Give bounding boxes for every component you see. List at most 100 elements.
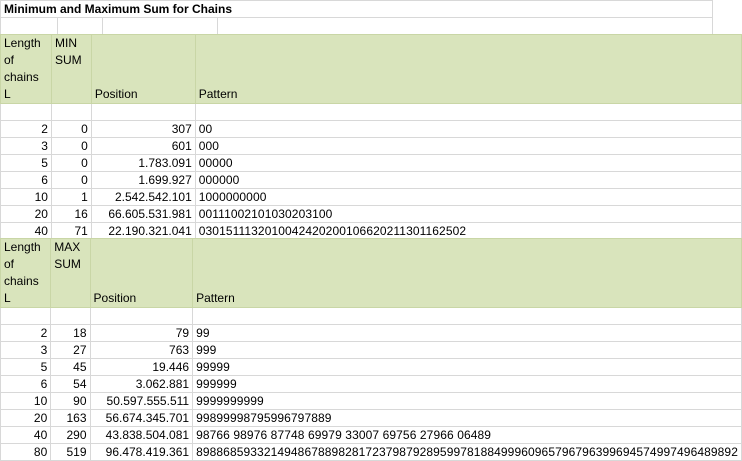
chain-length-cell[interactable]: 10 xyxy=(0,188,52,206)
empty-cell[interactable] xyxy=(194,103,742,121)
chain-length-cell[interactable]: 40 xyxy=(0,222,52,240)
sheet-title[interactable]: Minimum and Maximum Sum for Chains xyxy=(0,0,713,18)
chain-length-cell[interactable]: 20 xyxy=(0,205,52,223)
table-row: 6 0 1.699.927 000000 xyxy=(0,171,742,189)
position-cell[interactable]: 96.478.419.361 xyxy=(89,443,194,461)
header-position[interactable]: Position xyxy=(89,238,194,308)
sum-cell[interactable]: 54 xyxy=(50,375,91,393)
chain-length-cell[interactable]: 80 xyxy=(0,443,52,461)
empty-cell[interactable] xyxy=(102,17,218,35)
title-table: Minimum and Maximum Sum for Chains xyxy=(0,0,713,35)
header-position[interactable]: Position xyxy=(90,34,196,104)
chain-length-cell[interactable]: 6 xyxy=(0,171,52,189)
sum-cell[interactable]: 290 xyxy=(50,426,91,444)
chain-length-cell[interactable]: 5 xyxy=(0,358,52,376)
pattern-cell[interactable]: 0301511132010042420200106620211301162502 xyxy=(194,222,742,240)
min-table-body: Length of chains L MIN SUM Position Pattern… xyxy=(0,34,742,257)
min-sum-table: Length of chains L MIN SUM Position Pattern… xyxy=(0,34,742,257)
pattern-cell[interactable]: 99899998795996797889 xyxy=(192,409,742,427)
position-cell[interactable]: 763 xyxy=(89,341,194,359)
sum-cell[interactable]: 163 xyxy=(50,409,91,427)
table-row: 3 0 601 000 xyxy=(0,137,742,155)
table-row: 10 90 50.597.555.511 9999999999 xyxy=(0,392,742,410)
table-row: 40 290 43.838.504.081 98766 98976 87748 699… xyxy=(0,426,742,444)
sum-cell[interactable]: 45 xyxy=(50,358,91,376)
chain-length-cell[interactable]: 40 xyxy=(0,426,52,444)
sum-cell[interactable]: 0 xyxy=(50,171,92,189)
empty-cell[interactable] xyxy=(0,307,52,325)
position-cell[interactable]: 2.542.542.101 xyxy=(90,188,196,206)
pattern-cell[interactable]: 1000000000 xyxy=(194,188,742,206)
header-row: Length of chains L MAX SUM Position Pattern xyxy=(0,238,742,308)
sum-cell[interactable]: 71 xyxy=(50,222,92,240)
empty-cell[interactable] xyxy=(217,17,713,35)
position-cell[interactable]: 50.597.555.511 xyxy=(89,392,194,410)
chain-length-cell[interactable]: 3 xyxy=(0,341,52,359)
empty-cell[interactable] xyxy=(50,103,92,121)
position-cell[interactable]: 1.699.927 xyxy=(90,171,196,189)
table-row: 80 519 96.478.419.361 898868593321494867889… xyxy=(0,443,742,461)
table-row: 40 71 22.190.321.041 0301511132010042420200… xyxy=(0,222,742,240)
position-cell[interactable]: 79 xyxy=(89,324,194,342)
header-length[interactable]: Length of chains L xyxy=(0,238,52,308)
pattern-cell[interactable]: 99 xyxy=(192,324,742,342)
header-pattern[interactable]: Pattern xyxy=(192,238,742,308)
pattern-cell[interactable]: 9999999999 xyxy=(192,392,742,410)
chain-length-cell[interactable]: 5 xyxy=(0,154,52,172)
table-row: 6 54 3.062.881 999999 xyxy=(0,375,742,393)
spacer-row xyxy=(0,103,742,121)
position-cell[interactable]: 56.674.345.701 xyxy=(89,409,194,427)
pattern-cell[interactable]: 98766 98976 87748 69979 33007 69756 2796… xyxy=(192,426,742,444)
pattern-cell[interactable]: 00000 xyxy=(194,154,742,172)
position-cell[interactable]: 307 xyxy=(90,120,196,138)
empty-cell[interactable] xyxy=(57,17,103,35)
sum-cell[interactable]: 519 xyxy=(50,443,91,461)
position-cell[interactable]: 601 xyxy=(90,137,196,155)
sum-cell[interactable]: 0 xyxy=(50,154,92,172)
sum-cell[interactable]: 16 xyxy=(50,205,92,223)
chain-length-cell[interactable]: 10 xyxy=(0,392,52,410)
pattern-cell[interactable]: 999 xyxy=(192,341,742,359)
chain-length-cell[interactable]: 2 xyxy=(0,324,52,342)
position-cell[interactable]: 66.605.531.981 xyxy=(90,205,196,223)
header-sum[interactable]: MAX SUM xyxy=(50,238,91,308)
header-length[interactable]: Length of chains L xyxy=(0,34,52,104)
pattern-cell[interactable]: 00111002101030203100 xyxy=(194,205,742,223)
header-pattern[interactable]: Pattern xyxy=(194,34,742,104)
empty-cell[interactable] xyxy=(0,103,52,121)
pattern-cell[interactable]: 000 xyxy=(194,137,742,155)
table-row: 5 45 19.446 99999 xyxy=(0,358,742,376)
pattern-cell[interactable]: 00 xyxy=(194,120,742,138)
empty-cell[interactable] xyxy=(50,307,91,325)
sum-cell[interactable]: 27 xyxy=(50,341,91,359)
empty-cell[interactable] xyxy=(89,307,194,325)
sum-cell[interactable]: 0 xyxy=(50,120,92,138)
chain-length-cell[interactable]: 3 xyxy=(0,137,52,155)
position-cell[interactable]: 43.838.504.081 xyxy=(89,426,194,444)
pattern-cell[interactable]: 8988685933214948678898281723798792895997… xyxy=(192,443,742,461)
sum-cell[interactable]: 0 xyxy=(50,137,92,155)
chain-length-cell[interactable]: 20 xyxy=(0,409,52,427)
chain-length-cell[interactable]: 2 xyxy=(0,120,52,138)
empty-cell[interactable] xyxy=(90,103,196,121)
chain-length-cell[interactable]: 6 xyxy=(0,375,52,393)
position-cell[interactable]: 1.783.091 xyxy=(90,154,196,172)
empty-cell[interactable] xyxy=(192,307,742,325)
max-table-body: Length of chains L MAX SUM Position Pattern… xyxy=(0,238,742,461)
table-row: 10 1 2.542.542.101 1000000000 xyxy=(0,188,742,206)
sum-cell[interactable]: 1 xyxy=(50,188,92,206)
pattern-cell[interactable]: 000000 xyxy=(194,171,742,189)
position-cell[interactable]: 22.190.321.041 xyxy=(90,222,196,240)
pattern-cell[interactable]: 999999 xyxy=(192,375,742,393)
table-row: 3 27 763 999 xyxy=(0,341,742,359)
position-cell[interactable]: 3.062.881 xyxy=(89,375,194,393)
header-sum[interactable]: MIN SUM xyxy=(50,34,92,104)
table-row: 5 0 1.783.091 00000 xyxy=(0,154,742,172)
position-cell[interactable]: 19.446 xyxy=(89,358,194,376)
spreadsheet: Minimum and Maximum Sum for Chains Lengt… xyxy=(0,0,742,461)
sum-cell[interactable]: 18 xyxy=(50,324,91,342)
pattern-cell[interactable]: 99999 xyxy=(192,358,742,376)
empty-cell[interactable] xyxy=(0,17,58,35)
sum-cell[interactable]: 90 xyxy=(50,392,91,410)
table-row: 2 0 307 00 xyxy=(0,120,742,138)
